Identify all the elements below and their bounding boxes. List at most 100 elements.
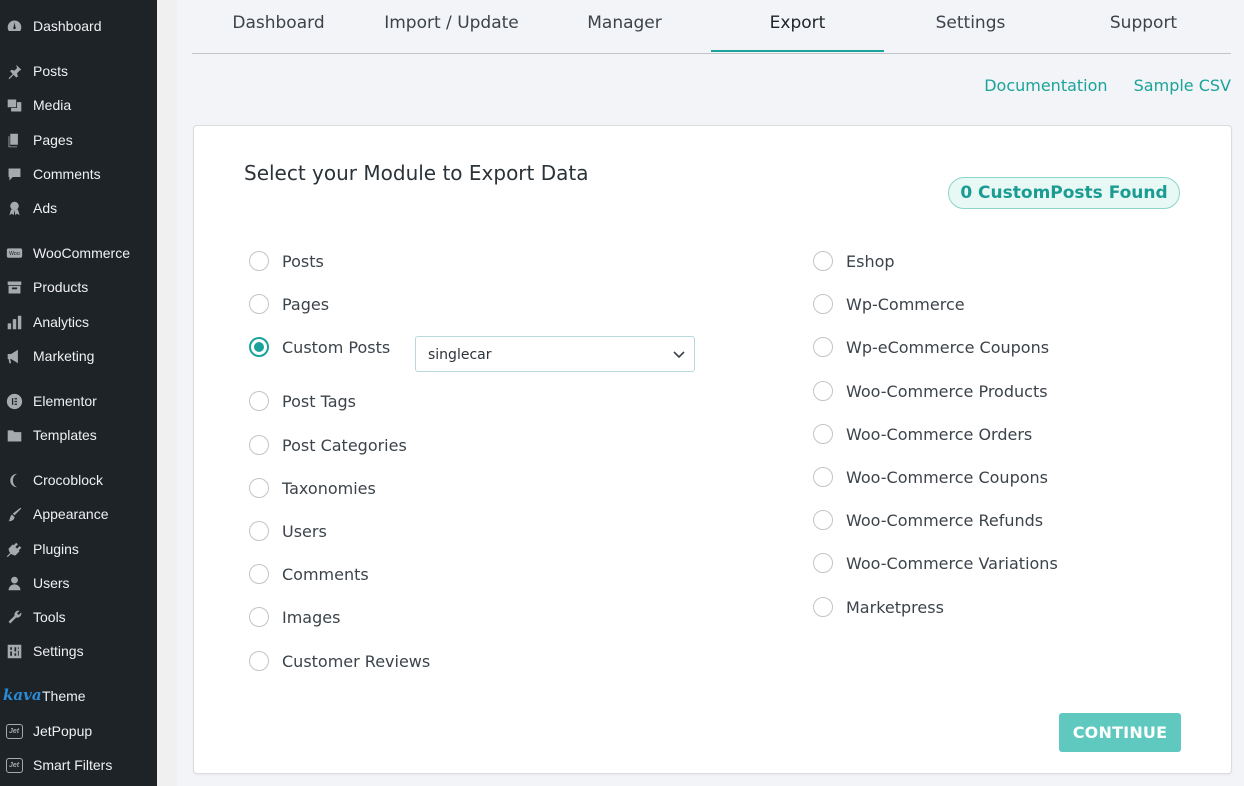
radio-button[interactable] bbox=[249, 564, 269, 584]
radio-button[interactable] bbox=[813, 553, 833, 573]
sidebar-item-label: Ads bbox=[33, 200, 58, 216]
sidebar-item-media[interactable]: Media bbox=[0, 90, 157, 120]
sidebar-item-woocommerce[interactable]: Woo WooCommerce bbox=[0, 238, 157, 268]
option-woo-commerce-products[interactable]: Woo-Commerce Products bbox=[813, 379, 1048, 403]
documentation-link[interactable]: Documentation bbox=[984, 76, 1107, 95]
option-custom-posts[interactable]: Custom Posts bbox=[249, 335, 390, 359]
option-label: Comments bbox=[282, 564, 369, 584]
tab-dashboard[interactable]: Dashboard bbox=[192, 0, 365, 52]
sidebar-item-dashboard[interactable]: Dashboard bbox=[0, 11, 157, 41]
radio-button[interactable] bbox=[813, 251, 833, 271]
sidebar-item-jetpopup[interactable]: Jet JetPopup bbox=[0, 716, 157, 746]
sidebar-item-users[interactable]: Users bbox=[0, 568, 157, 598]
option-wp-commerce[interactable]: Wp-Commerce bbox=[813, 292, 965, 316]
radio-button[interactable] bbox=[249, 294, 269, 314]
sidebar-item-label: WooCommerce bbox=[33, 245, 130, 261]
sidebar-item-label: Elementor bbox=[33, 393, 97, 409]
radio-button-checked[interactable] bbox=[249, 337, 269, 357]
radio-button[interactable] bbox=[813, 424, 833, 444]
sidebar-item-posts[interactable]: Posts bbox=[0, 56, 157, 86]
sidebar-item-settings[interactable]: Settings bbox=[0, 636, 157, 666]
sidebar-item-comments[interactable]: Comments bbox=[0, 159, 157, 189]
custom-post-type-select[interactable]: singlecar bbox=[415, 336, 695, 372]
radio-button[interactable] bbox=[249, 478, 269, 498]
sidebar-item-marketing[interactable]: Marketing bbox=[0, 341, 157, 371]
option-woo-commerce-orders[interactable]: Woo-Commerce Orders bbox=[813, 422, 1032, 446]
option-label: Custom Posts bbox=[282, 337, 391, 357]
sidebar-item-analytics[interactable]: Analytics bbox=[0, 307, 157, 337]
option-pages[interactable]: Pages bbox=[249, 292, 329, 316]
woo-icon: Woo bbox=[5, 244, 23, 262]
option-post-categories[interactable]: Post Categories bbox=[249, 433, 407, 457]
option-users[interactable]: Users bbox=[249, 519, 327, 543]
main-content: Dashboard Import / Update Manager Export… bbox=[177, 0, 1244, 786]
radio-button[interactable] bbox=[249, 435, 269, 455]
option-label: Post Tags bbox=[282, 391, 356, 411]
option-woo-commerce-variations[interactable]: Woo-Commerce Variations bbox=[813, 551, 1058, 575]
paintbrush-icon bbox=[5, 505, 23, 523]
radio-button[interactable] bbox=[813, 381, 833, 401]
option-label: Woo-Commerce Coupons bbox=[846, 467, 1048, 487]
option-woo-commerce-coupons[interactable]: Woo-Commerce Coupons bbox=[813, 465, 1048, 489]
sidebar-item-templates[interactable]: Templates bbox=[0, 420, 157, 450]
option-wp-ecommerce-coupons[interactable]: Wp-eCommerce Coupons bbox=[813, 335, 1049, 359]
sidebar-item-tools[interactable]: Tools bbox=[0, 602, 157, 632]
radio-button[interactable] bbox=[813, 294, 833, 314]
option-images[interactable]: Images bbox=[249, 605, 340, 629]
sidebar-item-pages[interactable]: Pages bbox=[0, 125, 157, 155]
tab-settings[interactable]: Settings bbox=[884, 0, 1057, 52]
sample-csv-link[interactable]: Sample CSV bbox=[1134, 76, 1231, 95]
wrench-icon bbox=[5, 608, 23, 626]
option-post-tags[interactable]: Post Tags bbox=[249, 389, 356, 413]
radio-button[interactable] bbox=[249, 521, 269, 541]
option-eshop[interactable]: Eshop bbox=[813, 249, 895, 273]
option-customer-reviews[interactable]: Customer Reviews bbox=[249, 649, 430, 673]
sidebar-item-theme[interactable]: kava Theme bbox=[0, 681, 157, 711]
megaphone-icon bbox=[5, 347, 23, 365]
option-posts[interactable]: Posts bbox=[249, 249, 324, 273]
user-icon bbox=[5, 574, 23, 592]
sidebar-item-crocoblock[interactable]: Crocoblock bbox=[0, 465, 157, 495]
tab-manager[interactable]: Manager bbox=[538, 0, 711, 52]
option-label: Wp-Commerce bbox=[846, 294, 965, 314]
radio-button[interactable] bbox=[813, 467, 833, 487]
tab-import-update[interactable]: Import / Update bbox=[365, 0, 538, 52]
option-label: Pages bbox=[282, 294, 330, 314]
kava-logo: kava bbox=[3, 686, 42, 704]
radio-button[interactable] bbox=[249, 251, 269, 271]
sidebar-item-label: Smart Filters bbox=[33, 757, 113, 773]
pages-icon bbox=[5, 131, 23, 149]
option-label: Woo-Commerce Refunds bbox=[846, 510, 1044, 530]
radio-button[interactable] bbox=[249, 607, 269, 627]
continue-button[interactable]: CONTINUE bbox=[1059, 713, 1181, 752]
radio-button[interactable] bbox=[813, 597, 833, 617]
option-taxonomies[interactable]: Taxonomies bbox=[249, 476, 376, 500]
option-woo-commerce-refunds[interactable]: Woo-Commerce Refunds bbox=[813, 508, 1043, 532]
radio-button[interactable] bbox=[249, 651, 269, 671]
bar-chart-icon bbox=[5, 313, 23, 331]
elementor-icon bbox=[5, 392, 23, 410]
sidebar-item-plugins[interactable]: Plugins bbox=[0, 534, 157, 564]
tab-support[interactable]: Support bbox=[1057, 0, 1230, 52]
option-label: Post Categories bbox=[282, 435, 407, 455]
sidebar-item-ads[interactable]: Ads bbox=[0, 193, 157, 223]
option-label: Taxonomies bbox=[282, 478, 376, 498]
sidebar-item-label: Crocoblock bbox=[33, 472, 104, 488]
option-comments[interactable]: Comments bbox=[249, 562, 369, 586]
tab-export[interactable]: Export bbox=[711, 0, 884, 52]
radio-button[interactable] bbox=[249, 391, 269, 411]
radio-button[interactable] bbox=[813, 337, 833, 357]
sidebar-item-label: Settings bbox=[33, 643, 84, 659]
radio-button[interactable] bbox=[813, 510, 833, 530]
jet-icon: Jet bbox=[5, 722, 23, 740]
sidebar-item-appearance[interactable]: Appearance bbox=[0, 499, 157, 529]
option-marketpress[interactable]: Marketpress bbox=[813, 595, 944, 619]
award-icon bbox=[5, 199, 23, 217]
sidebar-item-label: Users bbox=[33, 575, 70, 591]
sidebar-item-products[interactable]: Products bbox=[0, 272, 157, 302]
sidebar-item-smart-filters[interactable]: Jet Smart Filters bbox=[0, 750, 157, 780]
crocoblock-icon bbox=[5, 471, 23, 489]
settings-icon bbox=[5, 642, 23, 660]
sidebar-item-elementor[interactable]: Elementor bbox=[0, 386, 157, 416]
tab-bar: Dashboard Import / Update Manager Export… bbox=[192, 0, 1231, 54]
